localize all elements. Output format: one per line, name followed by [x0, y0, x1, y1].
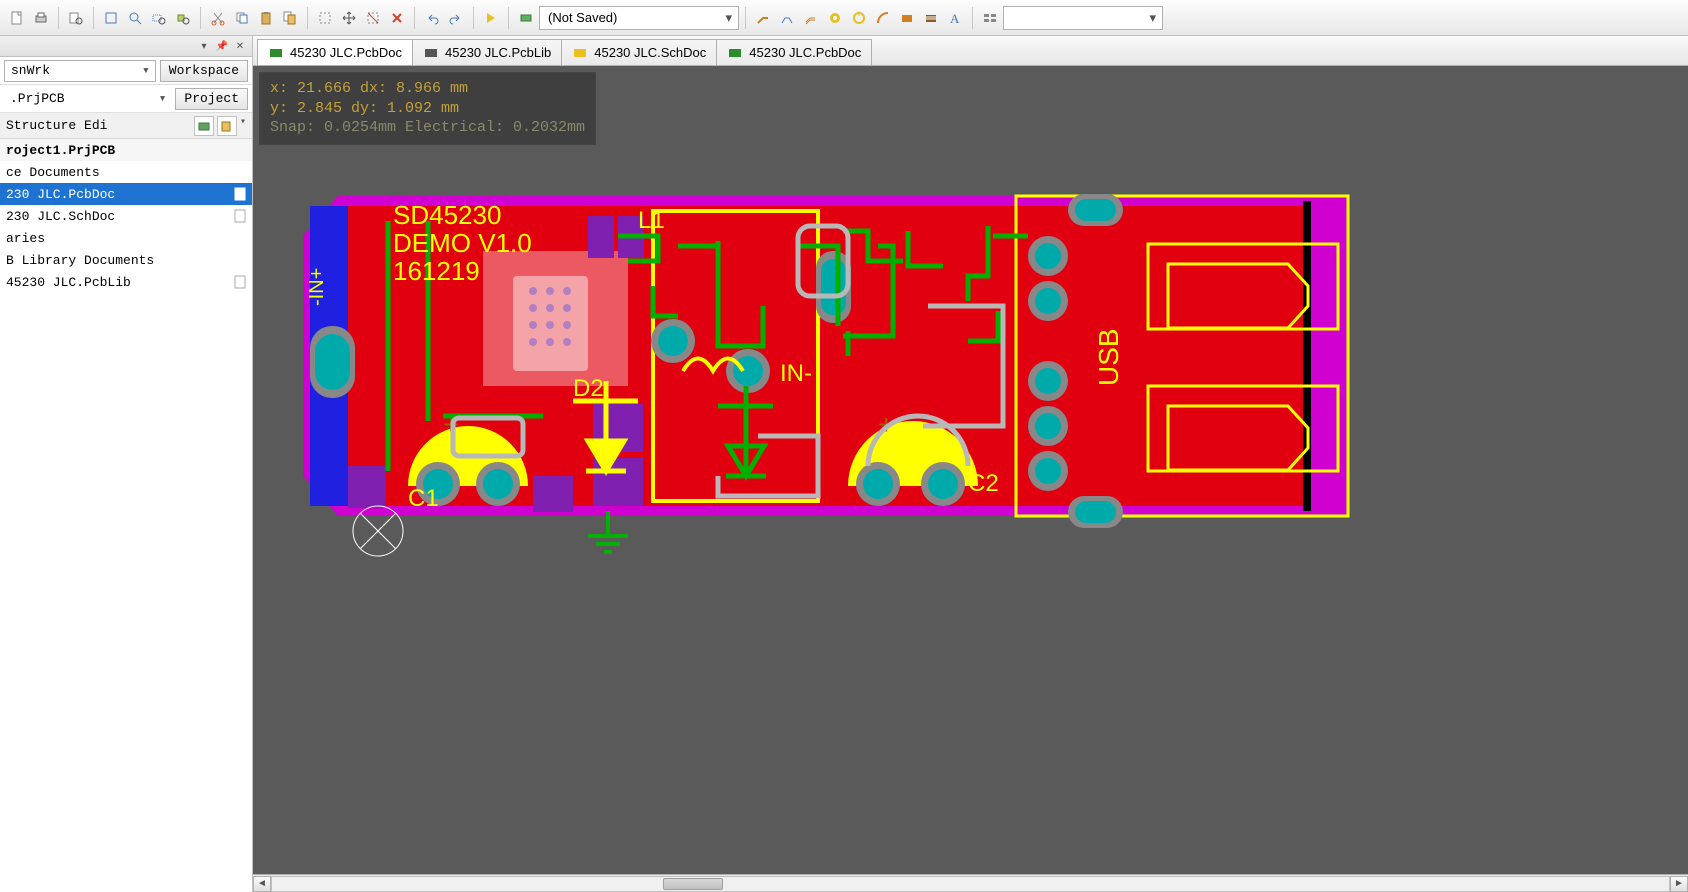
redo-button[interactable]	[445, 7, 467, 29]
tab-schdoc[interactable]: 45230 JLC.SchDoc	[561, 39, 717, 65]
print-button[interactable]	[30, 7, 52, 29]
document-icon	[232, 208, 248, 224]
workspace-combo-value: snWrk	[11, 63, 50, 78]
paste-button[interactable]	[255, 7, 277, 29]
tab-label: 45230 JLC.PcbDoc	[749, 45, 861, 60]
panel-pin-icon[interactable]: 📌	[214, 38, 230, 54]
structure-dropdown-icon[interactable]: ▾	[240, 116, 246, 136]
move-button[interactable]	[338, 7, 360, 29]
workspace-button[interactable]: Workspace	[160, 60, 248, 82]
tab-label: 45230 JLC.PcbDoc	[290, 45, 402, 60]
svg-text:DEMO V1.0: DEMO V1.0	[393, 228, 532, 258]
svg-text:A: A	[950, 11, 960, 26]
tree-item[interactable]: aries	[0, 227, 252, 249]
structure-icon-1[interactable]	[194, 116, 214, 136]
route-diff-button[interactable]	[776, 7, 798, 29]
run-button[interactable]	[480, 7, 502, 29]
svg-text:USB: USB	[1093, 328, 1124, 386]
tab-pcblib[interactable]: 45230 JLC.PcbLib	[412, 39, 562, 65]
tree-item[interactable]: ce Documents	[0, 161, 252, 183]
tree-item-label: 45230 JLC.PcbLib	[6, 275, 131, 290]
tree-item-label: B Library Documents	[6, 253, 154, 268]
pcb-board: USB	[288, 186, 1368, 606]
undo-button[interactable]	[421, 7, 443, 29]
component-place-button[interactable]	[515, 7, 537, 29]
project-path-label: .PrjPCB	[10, 91, 65, 106]
svg-text:IN-: IN-	[780, 360, 812, 387]
zoom-component-button[interactable]	[172, 7, 194, 29]
fill-button[interactable]	[896, 7, 918, 29]
tree-item-label: 230 JLC.SchDoc	[6, 209, 115, 224]
tab-pcbdoc-2[interactable]: 45230 JLC.PcbDoc	[716, 39, 872, 65]
zoom-area-button[interactable]	[124, 7, 146, 29]
svg-text:C2: C2	[968, 470, 999, 497]
tab-pcbdoc[interactable]: 45230 JLC.PcbDoc	[257, 39, 413, 65]
route-multi-button[interactable]	[800, 7, 822, 29]
project-path: .PrjPCB	[4, 88, 171, 110]
panel-close-icon[interactable]: ✕	[232, 38, 248, 54]
arc-button[interactable]	[872, 7, 894, 29]
tree-item[interactable]: B Library Documents	[0, 249, 252, 271]
scroll-thumb[interactable]	[663, 878, 723, 890]
workspace-combo[interactable]: snWrk	[4, 60, 156, 82]
structure-icon-2[interactable]	[217, 116, 237, 136]
tree-root[interactable]: roject1.PrjPCB	[0, 139, 252, 161]
layer-combo[interactable]	[1003, 6, 1163, 30]
zoom-selected-button[interactable]	[148, 7, 170, 29]
svg-text:SD45230: SD45230	[393, 200, 501, 230]
coord-snap-line: Snap: 0.0254mm Electrical: 0.2032mm	[270, 118, 585, 138]
project-panel: ▾ 📌 ✕ snWrk Workspace .PrjPCB Project St…	[0, 36, 253, 892]
scroll-right-icon[interactable]: ►	[1670, 876, 1688, 892]
svg-text:D2: D2	[573, 375, 604, 402]
region-button[interactable]	[920, 7, 942, 29]
preview-button[interactable]	[65, 7, 87, 29]
editor-area: 45230 JLC.PcbDoc 45230 JLC.PcbLib 45230 …	[253, 36, 1688, 892]
tree-item-label: aries	[6, 231, 45, 246]
text-button[interactable]: A	[944, 7, 966, 29]
tree-item-label: 230 JLC.PcbDoc	[6, 187, 115, 202]
scroll-track[interactable]	[271, 876, 1670, 892]
tree-item[interactable]: 230 JLC.PcbDoc	[0, 183, 252, 205]
route-track-button[interactable]	[752, 7, 774, 29]
tree-root-label: roject1.PrjPCB	[6, 143, 115, 158]
tree-item[interactable]: 230 JLC.SchDoc	[0, 205, 252, 227]
project-button[interactable]: Project	[175, 88, 248, 110]
deselect-button[interactable]	[362, 7, 384, 29]
tree-item[interactable]: 45230 JLC.PcbLib	[0, 271, 252, 293]
saved-state-combo[interactable]: (Not Saved)	[539, 6, 739, 30]
document-icon	[232, 186, 248, 202]
tab-label: 45230 JLC.PcbLib	[445, 45, 551, 60]
zoom-fit-button[interactable]	[100, 7, 122, 29]
saved-state-label: (Not Saved)	[548, 10, 617, 25]
via-button[interactable]	[824, 7, 846, 29]
array-button[interactable]	[979, 7, 1001, 29]
copy-button[interactable]	[231, 7, 253, 29]
document-tabs: 45230 JLC.PcbDoc 45230 JLC.PcbLib 45230 …	[253, 36, 1688, 66]
panel-dropdown-icon[interactable]: ▾	[196, 38, 212, 54]
tree-item-label: ce Documents	[6, 165, 100, 180]
document-icon	[232, 274, 248, 290]
select-rect-button[interactable]	[314, 7, 336, 29]
clear-button[interactable]	[386, 7, 408, 29]
horizontal-scrollbar[interactable]: ◄ ►	[253, 874, 1688, 892]
coordinate-display: x: 21.666 dx: 8.966 mm y: 2.845 dy: 1.09…	[259, 72, 596, 145]
cut-button[interactable]	[207, 7, 229, 29]
structure-label: Structure Edi	[6, 118, 107, 133]
panel-header: ▾ 📌 ✕	[0, 36, 252, 57]
svg-text:C1: C1	[408, 485, 439, 512]
project-tree: roject1.PrjPCB ce Documents 230 JLC.PcbD…	[0, 139, 252, 892]
pad-button[interactable]	[848, 7, 870, 29]
coord-y-line: y: 2.845 dy: 1.092 mm	[270, 99, 585, 119]
coord-x-line: x: 21.666 dx: 8.966 mm	[270, 79, 585, 99]
scroll-left-icon[interactable]: ◄	[253, 876, 271, 892]
duplicate-button[interactable]	[279, 7, 301, 29]
svg-text:161219: 161219	[393, 256, 480, 286]
pcb-canvas[interactable]: x: 21.666 dx: 8.966 mm y: 2.845 dy: 1.09…	[253, 66, 1688, 892]
svg-text:-IN+: -IN+	[306, 268, 328, 306]
main-toolbar: (Not Saved) A	[0, 0, 1688, 36]
new-file-button[interactable]	[6, 7, 28, 29]
tab-label: 45230 JLC.SchDoc	[594, 45, 706, 60]
svg-text:L1: L1	[638, 207, 665, 234]
